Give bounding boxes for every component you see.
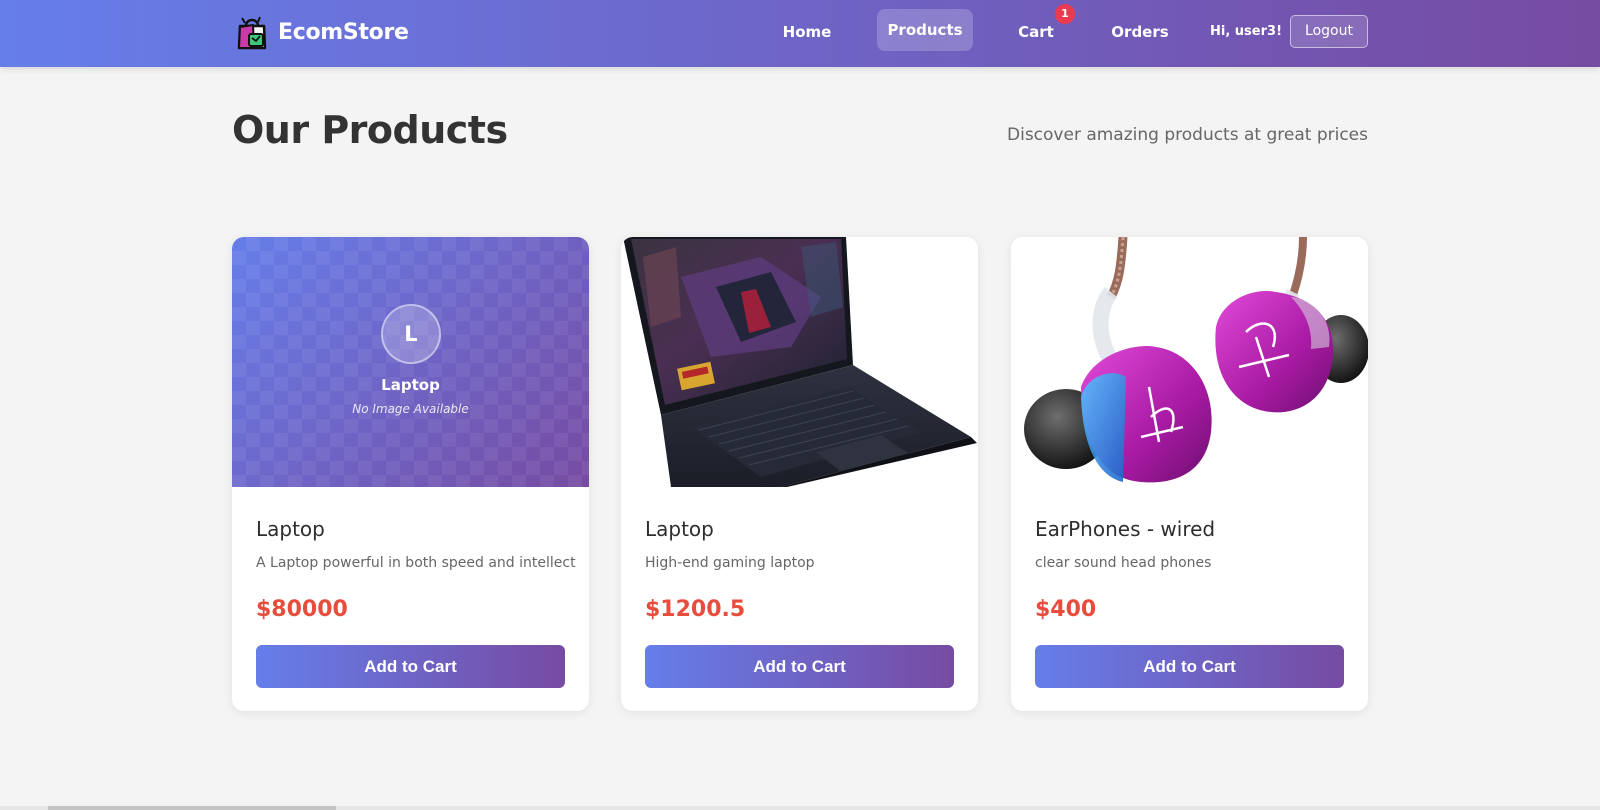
logout-button[interactable]: Logout [1290,15,1368,48]
laptop-photo [621,237,978,487]
product-image-laptop [621,237,978,487]
brand-link[interactable]: EcomStore [233,14,409,50]
page-subtitle: Discover amazing products at great price… [1007,125,1368,145]
add-to-cart-button[interactable]: Add to Cart [256,645,565,688]
product-price: $1200.5 [645,597,746,622]
add-to-cart-button[interactable]: Add to Cart [1035,645,1344,688]
product-name: EarPhones - wired [1035,517,1216,541]
product-name: Laptop [645,517,714,541]
product-description: High-end gaming laptop [645,555,815,571]
shopping-bag-icon [237,16,267,50]
navbar: EcomStore Home Products Cart 1 Orders Hi… [0,0,1600,67]
product-image-earphones [1011,237,1368,487]
product-description: A Laptop powerful in both speed and inte… [256,555,576,571]
product-price: $400 [1035,597,1097,622]
product-card: Laptop High-end gaming laptop $1200.5 Ad… [621,237,978,711]
placeholder-name: Laptop [381,376,440,394]
product-card: L Laptop No Image Available Laptop A Lap… [232,237,589,711]
nav-orders[interactable]: Orders [1108,20,1172,44]
page-title: Our Products [232,108,508,152]
product-description: clear sound head phones [1035,555,1212,571]
user-greeting: Hi, user3! [1210,24,1282,39]
placeholder-initial: L [381,304,441,364]
horizontal-scrollbar[interactable] [0,806,1600,810]
product-name: Laptop [256,517,325,541]
earphones-photo [1011,237,1368,487]
product-price: $80000 [256,597,348,622]
brand-name: EcomStore [278,19,409,45]
add-to-cart-button[interactable]: Add to Cart [645,645,954,688]
scrollbar-thumb[interactable] [48,806,336,810]
cart-count-badge: 1 [1055,4,1075,24]
product-card: EarPhones - wired clear sound head phone… [1011,237,1368,711]
product-image-placeholder: L Laptop No Image Available [232,237,589,487]
nav-products[interactable]: Products [877,9,973,51]
placeholder-text: No Image Available [352,402,469,416]
nav-home[interactable]: Home [776,20,838,44]
nav-cart[interactable]: Cart [1014,20,1058,44]
